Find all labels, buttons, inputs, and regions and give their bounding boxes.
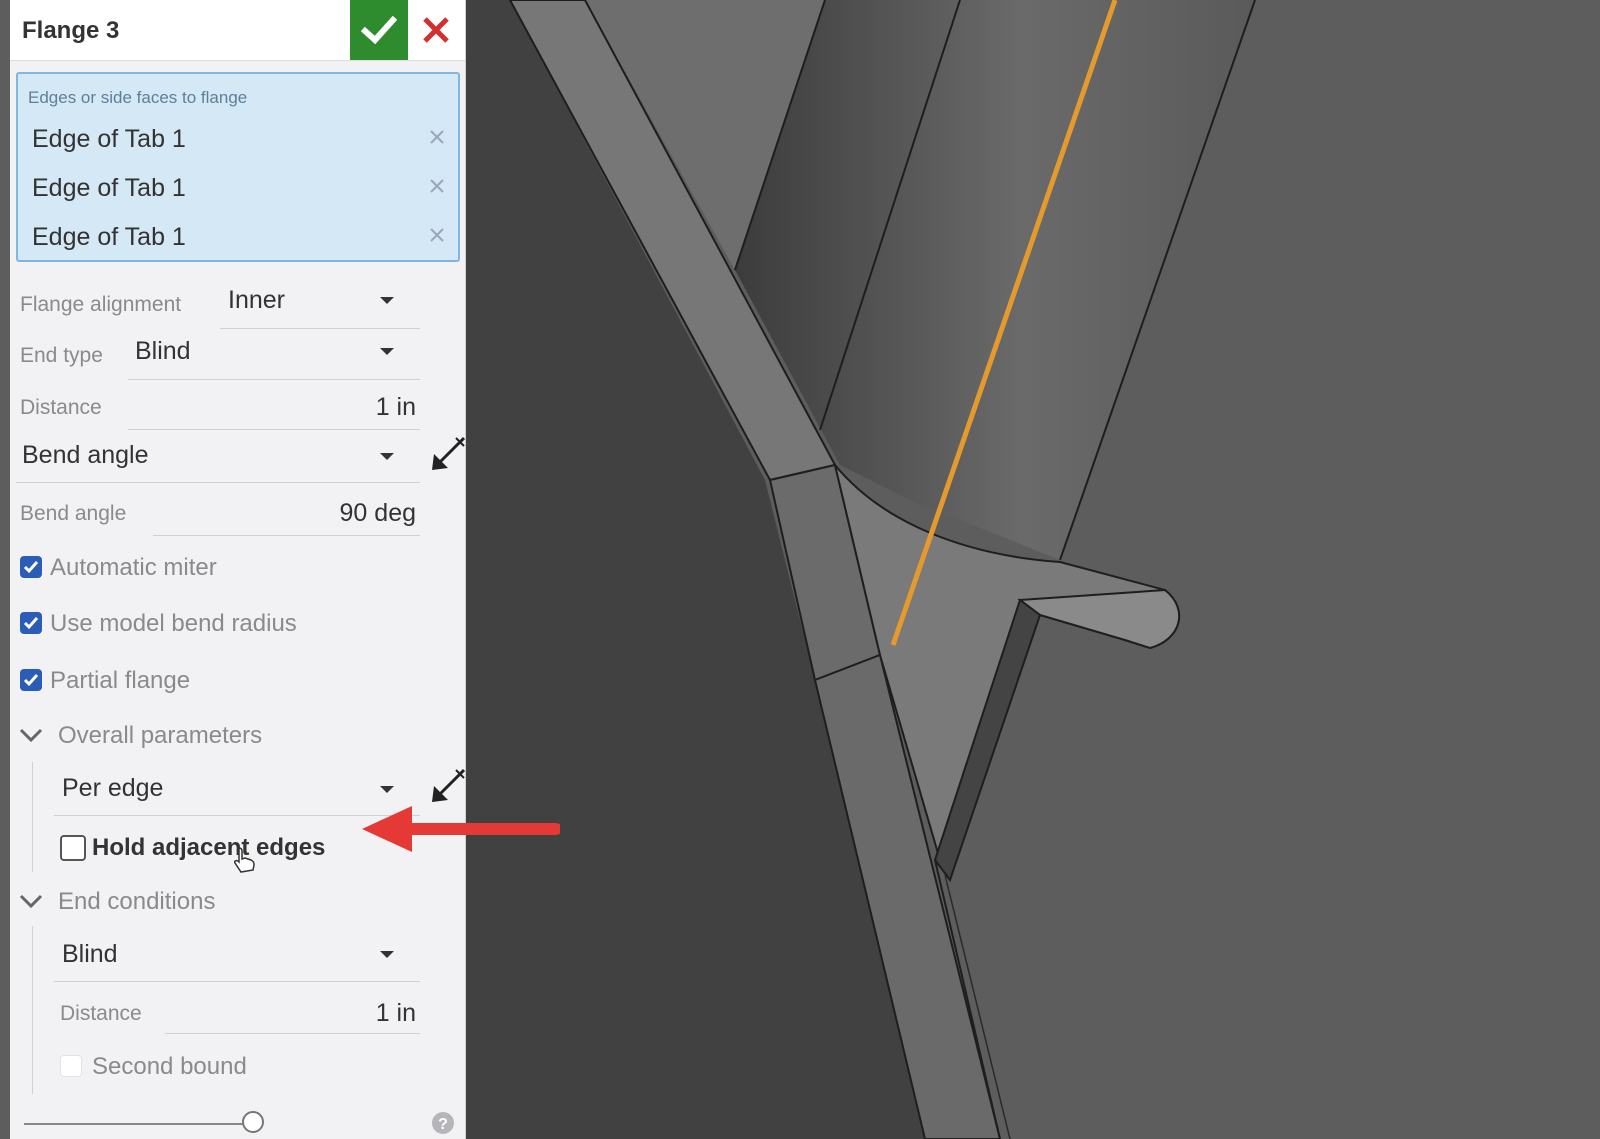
flange-alignment-select[interactable]: Inner: [228, 286, 285, 315]
end-distance-input[interactable]: 1 in: [310, 999, 416, 1028]
help-icon[interactable]: ?: [430, 1110, 456, 1136]
confirm-button[interactable]: [350, 0, 408, 60]
per-edge-select[interactable]: Per edge: [62, 774, 163, 803]
selection-label: Edges or side faces to flange: [28, 88, 248, 107]
flange-feature-dialog: Flange 3 Edges or side faces to flange E…: [10, 0, 466, 1139]
hold-adjacent-edges-label: Hold adjacent edges: [92, 834, 326, 861]
flip-direction-icon[interactable]: [428, 434, 466, 474]
checkmark-icon: [361, 15, 397, 45]
use-model-bend-radius-label: Use model bend radius: [50, 610, 297, 637]
flip-direction-icon[interactable]: [428, 766, 466, 806]
chevron-down-icon[interactable]: [380, 348, 394, 355]
partial-flange-checkbox[interactable]: [20, 669, 42, 691]
svg-text:?: ?: [438, 1116, 448, 1133]
dialog-header: Flange 3: [10, 0, 465, 61]
cancel-button[interactable]: [414, 6, 458, 54]
automatic-miter-checkbox[interactable]: [20, 556, 42, 578]
end-conditions-header[interactable]: End conditions: [58, 888, 215, 916]
selection-item[interactable]: Edge of Tab 1: [22, 214, 454, 258]
slider-handle[interactable]: [242, 1111, 264, 1133]
selection-item-label: Edge of Tab 1: [32, 125, 186, 153]
selection-item[interactable]: Edge of Tab 1: [22, 165, 454, 209]
angle-mode-select[interactable]: Bend angle: [22, 441, 149, 470]
bend-angle-label: Bend angle: [20, 502, 127, 525]
chevron-down-icon[interactable]: [380, 453, 394, 460]
end-type-label: End type: [20, 344, 103, 367]
hold-adjacent-edges-checkbox[interactable]: [60, 835, 86, 861]
distance-label: Distance: [20, 396, 102, 419]
chevron-down-icon[interactable]: [18, 893, 44, 909]
annotation-arrow-icon: [362, 806, 560, 852]
selection-item-label: Edge of Tab 1: [32, 223, 186, 251]
end-distance-label: Distance: [60, 1002, 142, 1025]
feature-title: Flange 3: [22, 17, 120, 44]
slider-track[interactable]: [24, 1123, 256, 1125]
chevron-down-icon[interactable]: [380, 297, 394, 304]
selection-item-label: Edge of Tab 1: [32, 174, 186, 202]
check-icon: [23, 561, 39, 574]
remove-selection-icon[interactable]: [428, 177, 446, 195]
chevron-down-icon[interactable]: [18, 727, 44, 743]
chevron-down-icon[interactable]: [380, 951, 394, 958]
flange-alignment-label: Flange alignment: [20, 293, 182, 316]
partial-flange-label: Partial flange: [50, 667, 191, 694]
close-icon: [423, 17, 449, 43]
use-model-bend-radius-checkbox[interactable]: [20, 612, 42, 634]
chevron-down-icon[interactable]: [380, 786, 394, 793]
automatic-miter-label: Automatic miter: [50, 554, 217, 581]
edges-selection-box[interactable]: Edges or side faces to flange Edge of Ta…: [16, 72, 460, 262]
end-condition-select[interactable]: Blind: [62, 940, 118, 969]
selection-item[interactable]: Edge of Tab 1: [22, 116, 454, 160]
hand-cursor-icon: [234, 847, 255, 873]
distance-input[interactable]: 1 in: [310, 393, 416, 422]
bend-angle-input[interactable]: 90 deg: [280, 499, 416, 528]
remove-selection-icon[interactable]: [428, 226, 446, 244]
check-icon: [23, 617, 39, 630]
second-bound-label: Second bound: [92, 1053, 247, 1080]
end-type-select[interactable]: Blind: [135, 337, 191, 366]
check-icon: [23, 674, 39, 687]
overall-parameters-header[interactable]: Overall parameters: [58, 722, 262, 750]
second-bound-checkbox[interactable]: [60, 1055, 82, 1077]
remove-selection-icon[interactable]: [428, 128, 446, 146]
